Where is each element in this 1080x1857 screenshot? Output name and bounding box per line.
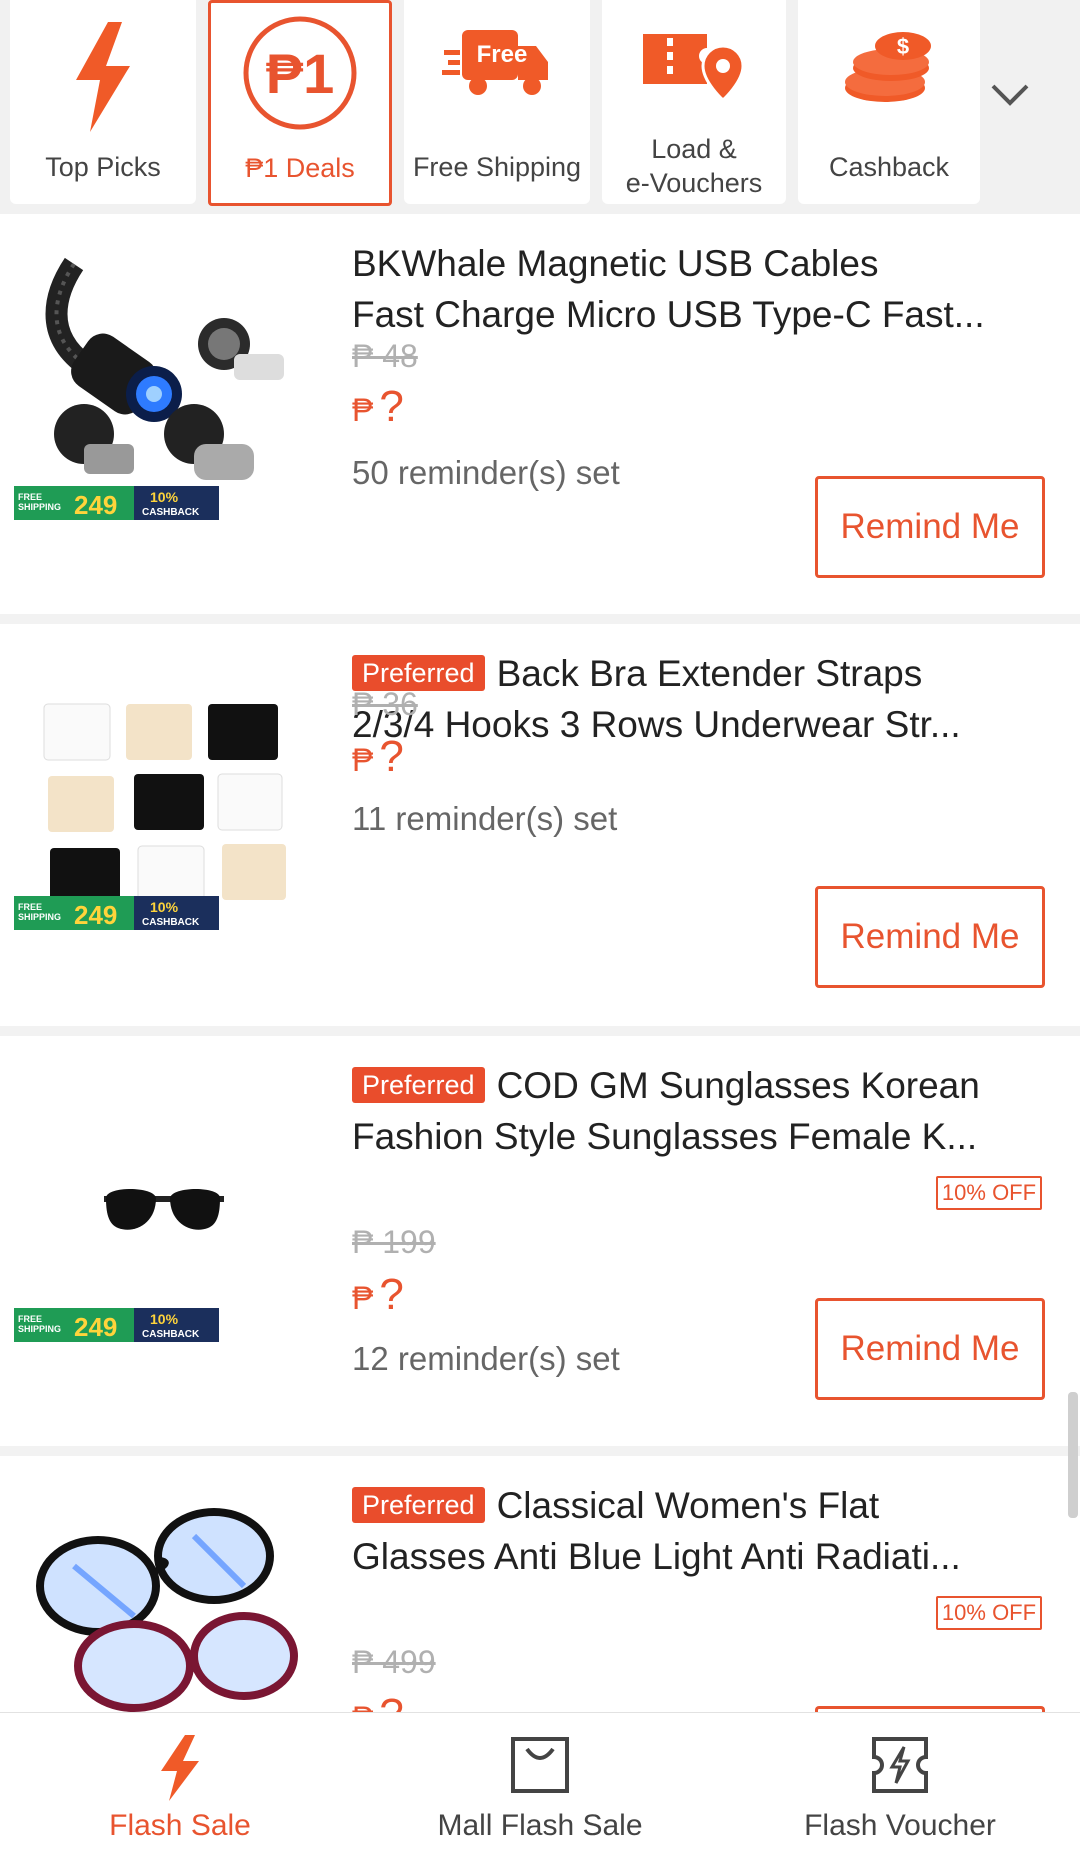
category-label: Load & e-Vouchers [625, 134, 763, 198]
remind-me-button[interactable]: Remind Me [815, 886, 1045, 988]
flash-price: ₱? [352, 1690, 404, 1712]
product-title-line2: Fashion Style Sunglasses Female K... [352, 1116, 978, 1157]
svg-text:₱1: ₱1 [266, 42, 335, 105]
svg-text:CASHBACK: CASHBACK [142, 507, 200, 518]
row-divider [0, 614, 1080, 624]
category-load-evouchers[interactable]: Load & e-Vouchers [602, 0, 786, 204]
product-title-line1: COD GM Sunglasses Korean [496, 1065, 980, 1106]
svg-text:SHIPPING: SHIPPING [18, 502, 61, 512]
product-title-line1: Back Bra Extender Straps [496, 653, 923, 694]
bottom-navigation: Flash Sale Mall Flash Sale Flash Voucher [0, 1712, 1080, 1857]
original-price: ₱ 48 [352, 338, 418, 374]
svg-text:FREE: FREE [18, 902, 42, 912]
reminder-count: 12 reminder(s) set [352, 1340, 620, 1377]
remind-me-button[interactable]: Remind Me [815, 476, 1045, 578]
product-image-usb-cables[interactable]: FREE SHIPPING 249 10% CASHBACK [14, 234, 310, 530]
product-title-line2: Fast Charge Micro USB Type-C Fast... [352, 294, 985, 335]
product-title-line2: 2/3/4 Hooks 3 Rows Underwear Str... [352, 704, 961, 745]
price-value: ? [379, 1690, 403, 1712]
discount-tag: 10% OFF [936, 1596, 1042, 1630]
discount-tag: 10% OFF [936, 1176, 1042, 1210]
currency-symbol: ₱ [352, 742, 374, 778]
svg-text:$: $ [897, 34, 909, 59]
nav-flash-voucher[interactable]: Flash Voucher [720, 1713, 1080, 1857]
original-price: ₱ 36 [352, 686, 418, 722]
promo-strip: FREE SHIPPING 249 10% CASHBACK [14, 1308, 219, 1342]
category-strip: Top Picks ₱1 ₱1 Deals Free Free Shipping… [0, 0, 1080, 214]
remind-me-button[interactable]: Remind Me [815, 1298, 1045, 1400]
currency-symbol: ₱ [352, 1700, 373, 1712]
product-image-bra-extender[interactable]: FREE SHIPPING 249 10% CASHBACK [14, 644, 310, 940]
original-price: ₱ 199 [352, 1224, 436, 1260]
currency-symbol: ₱ [352, 1280, 374, 1316]
truck-icon: Free [442, 24, 552, 109]
category-label: ₱1 Deals [245, 153, 355, 183]
voucher-location-icon [639, 28, 749, 113]
nav-flash-sale[interactable]: Flash Sale [0, 1713, 360, 1857]
product-title[interactable]: BKWhale Magnetic USB Cables Fast Charge … [352, 238, 1052, 340]
product-title[interactable]: Preferred Back Bra Extender Straps 2/3/4 … [352, 648, 1052, 750]
nav-label: Mall Flash Sale [437, 1809, 643, 1842]
chevron-down-icon[interactable] [985, 70, 1035, 120]
category-top-picks[interactable]: Top Picks [10, 0, 196, 204]
product-row[interactable]: FREE SHIPPING 249 10% CASHBACK Preferred… [0, 624, 1080, 1026]
price-value: ? [379, 732, 404, 781]
svg-text:10%: 10% [150, 1311, 179, 1327]
reminder-count: 11 reminder(s) set [352, 800, 618, 837]
svg-text:SHIPPING: SHIPPING [18, 1324, 61, 1334]
scrollbar[interactable] [1068, 1392, 1078, 1518]
category-label: Top Picks [45, 152, 161, 182]
row-divider [0, 1446, 1080, 1456]
coins-icon: $ [839, 26, 939, 111]
product-title[interactable]: Preferred Classical Women's Flat Glasses … [352, 1480, 1052, 1582]
category-p1-deals[interactable]: ₱1 ₱1 Deals [208, 0, 392, 206]
svg-text:249: 249 [74, 490, 117, 520]
preferred-badge: Preferred [352, 1487, 485, 1523]
shopping-bag-icon [507, 1735, 573, 1800]
flash-price: ₱? [352, 1270, 404, 1320]
svg-text:FREE: FREE [18, 1314, 42, 1324]
peso-one-icon: ₱1 [240, 13, 360, 138]
category-cashback[interactable]: $ Cashback [798, 0, 980, 204]
category-label: Cashback [828, 152, 950, 182]
voucher-icon [870, 1735, 930, 1800]
product-title-line1: Classical Women's Flat [496, 1485, 880, 1526]
product-image-blue-light-glasses[interactable] [14, 1476, 310, 1712]
product-title[interactable]: Preferred COD GM Sunglasses Korean Fashio… [352, 1060, 1052, 1162]
lightning-icon [155, 1735, 205, 1806]
row-divider [0, 1026, 1080, 1036]
svg-text:SHIPPING: SHIPPING [18, 912, 61, 922]
flash-price: ₱? [352, 732, 404, 782]
lightning-icon [68, 22, 138, 137]
product-row[interactable]: FREE SHIPPING 249 10% CASHBACK Preferred… [0, 1036, 1080, 1446]
product-title-line2: Glasses Anti Blue Light Anti Radiati... [352, 1536, 961, 1577]
svg-text:10%: 10% [150, 489, 179, 505]
category-label: Free Shipping [412, 152, 582, 182]
reminder-count: 50 reminder(s) set [352, 454, 620, 491]
nav-label: Flash Sale [109, 1809, 251, 1842]
preferred-badge: Preferred [352, 1067, 485, 1103]
nav-label: Flash Voucher [804, 1809, 996, 1842]
svg-text:249: 249 [74, 900, 117, 930]
product-row[interactable]: Preferred Classical Women's Flat Glasses … [0, 1456, 1080, 1712]
flash-price: ₱? [352, 382, 404, 432]
promo-strip: FREE SHIPPING 249 10% CASHBACK [14, 486, 219, 520]
product-title-line1: BKWhale Magnetic USB Cables [352, 243, 879, 284]
product-image-sunglasses[interactable]: FREE SHIPPING 249 10% CASHBACK [14, 1056, 310, 1352]
truck-free-text: Free [477, 41, 528, 68]
price-value: ? [379, 1270, 404, 1319]
currency-symbol: ₱ [352, 392, 374, 428]
svg-text:10%: 10% [150, 899, 179, 915]
svg-text:CASHBACK: CASHBACK [142, 1329, 200, 1340]
svg-text:CASHBACK: CASHBACK [142, 917, 200, 928]
promo-strip: FREE SHIPPING 249 10% CASHBACK [14, 896, 219, 930]
price-value: ? [379, 382, 404, 431]
nav-mall-flash-sale[interactable]: Mall Flash Sale [360, 1713, 720, 1857]
svg-text:249: 249 [74, 1312, 117, 1342]
category-free-shipping[interactable]: Free Free Shipping [404, 0, 590, 204]
product-row[interactable]: FREE SHIPPING 249 10% CASHBACK BKWhale M… [0, 214, 1080, 624]
original-price: ₱ 499 [352, 1644, 436, 1680]
svg-text:FREE: FREE [18, 492, 42, 502]
